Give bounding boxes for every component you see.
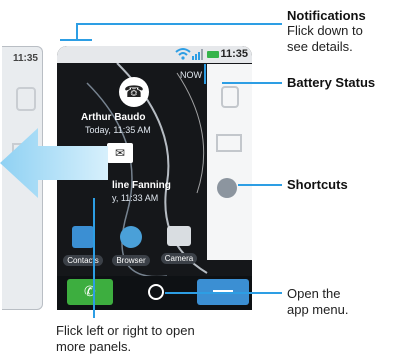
mail-shortcut-icon[interactable]	[216, 134, 242, 152]
wifi-icon	[175, 48, 191, 60]
menu-dot[interactable]	[148, 284, 164, 300]
open-menu-line-2: app menu.	[287, 302, 349, 317]
signal-icon	[192, 49, 203, 60]
notifications-line-2: see details.	[287, 39, 353, 54]
contact-name-1: Arthur Baudo	[81, 112, 146, 123]
swipe-left-arrow	[0, 128, 108, 198]
flick-line-2: more panels.	[56, 339, 132, 354]
notifications-title: Notifications	[287, 8, 366, 23]
battery-line	[222, 82, 282, 84]
phone-icon	[16, 87, 36, 111]
flick-line	[93, 198, 95, 318]
flick-line-1: Flick left or right to open	[56, 323, 195, 338]
notifications-line-1: Flick down to	[287, 23, 363, 38]
notifications-callout: Notifications Flick down to see details.	[287, 8, 366, 55]
contact-name-2: line Fanning	[112, 180, 171, 191]
shortcuts-line	[238, 184, 282, 186]
browser-label: Browser	[112, 255, 150, 266]
battery-status-callout: Battery Status	[287, 75, 376, 90]
shortcut-strip[interactable]	[207, 64, 252, 260]
menu-line	[165, 292, 282, 294]
message-icon: ✉	[107, 143, 133, 163]
contacts-icon	[72, 226, 94, 248]
camera-icon	[167, 226, 191, 246]
phone-shortcut-icon[interactable]	[221, 86, 239, 108]
camera-app[interactable]: Camera	[157, 226, 201, 266]
battery-icon	[207, 51, 219, 58]
previous-panel-clock: 11:35	[12, 53, 38, 64]
open-menu-callout: Open the app menu.	[287, 286, 348, 318]
browser-app[interactable]: Browser	[109, 226, 153, 268]
browser-shortcut-icon[interactable]	[217, 178, 237, 198]
contacts-app[interactable]: Contacts	[63, 226, 103, 268]
contact-time-2: y, 11:33 AM	[112, 193, 159, 203]
flick-callout: Flick left or right to open more panels.	[56, 323, 195, 355]
phone-dock-button[interactable]: ✆	[67, 279, 113, 305]
missed-call-icon: ☎	[119, 77, 149, 107]
open-menu-line-1: Open the	[287, 286, 341, 301]
battery-pointer	[204, 64, 206, 84]
shortcuts-callout: Shortcuts	[287, 177, 348, 192]
camera-label: Camera	[160, 253, 198, 264]
notifications-now-label: NOW	[180, 70, 202, 80]
status-bar[interactable]: 11:35	[57, 46, 252, 63]
globe-icon	[120, 226, 142, 248]
status-clock: 11:35	[220, 48, 248, 60]
contacts-label: Contacts	[63, 255, 103, 266]
notifications-line	[76, 23, 282, 25]
notifications-pointer	[76, 24, 78, 40]
